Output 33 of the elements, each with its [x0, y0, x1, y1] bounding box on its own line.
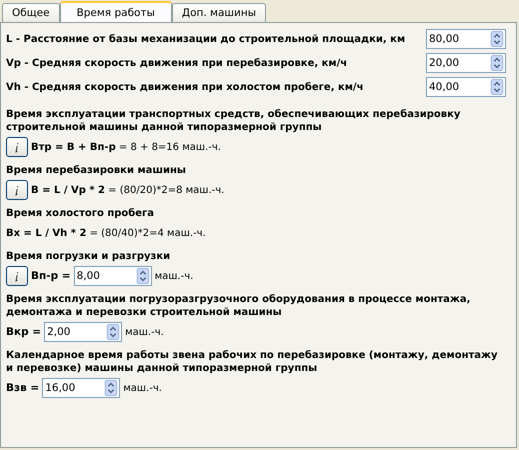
info-icon [13, 184, 21, 196]
formula-text: Вх = L / Vh * 2= (80/40)*2=4 маш.-ч. [6, 228, 206, 238]
variable-label: Вкр = [6, 326, 42, 338]
section-title: Время перебазировки машины [6, 164, 187, 177]
parameter-label: Vp - Средняя скорость движения при перебазировке, км/ч [6, 58, 348, 68]
info-button[interactable] [6, 180, 28, 200]
section-title: Время погрузки и разгрузки [6, 250, 172, 263]
info-button[interactable] [6, 266, 28, 286]
parameter-label: Vh - Средняя скорость движения при холостом пробеге, км/ч [6, 82, 364, 92]
formula-text: Втр = В + Вп-р = 8 + 8=16 маш.-ч. [31, 142, 221, 152]
spin-arrows-icon[interactable] [136, 268, 150, 284]
unit-label: маш.-ч. [123, 382, 162, 394]
section-title: Время эксплуатации погрузоразгрузочного оборудования в процессе монтажа, демонтажа и перевозки строительной машины [6, 293, 472, 319]
spin-arrows-icon[interactable] [490, 31, 504, 47]
spin-arrows-icon[interactable] [104, 380, 118, 396]
formula-text: В = L / Vp * 2= (80/20)*2=8 маш.-ч. [31, 184, 224, 196]
spin-arrows-icon[interactable] [490, 55, 504, 71]
section-title: Время холостого пробега [6, 207, 155, 220]
tab[interactable]: Общее [2, 3, 60, 22]
unit-label: маш.-ч. [125, 326, 164, 338]
tab[interactable]: Доп. машины [172, 3, 266, 22]
unit-label: маш.-ч. [154, 270, 194, 282]
info-icon [13, 140, 21, 154]
tab[interactable]: Время работы [60, 1, 172, 22]
spin-arrows-icon[interactable] [490, 79, 504, 95]
spin-arrows-icon[interactable] [106, 324, 120, 340]
info-button[interactable] [6, 137, 28, 157]
info-icon [13, 270, 21, 282]
variable-label: Взв = [6, 382, 40, 394]
variable-label: Вп-р = [31, 270, 71, 282]
parameter-label: L - Расстояние от базы механизации до строительной площадки, км [6, 34, 406, 44]
section-title: Время эксплуатации транспортных средств, обеспечивающих перебазировку строительной машины данной типоразмерной группы [6, 108, 462, 134]
section-title: Календарное время работы звена рабочих по перебазировке (монтажу, демонтажу и перевозке) машины данной типоразмерной группы [6, 349, 498, 375]
